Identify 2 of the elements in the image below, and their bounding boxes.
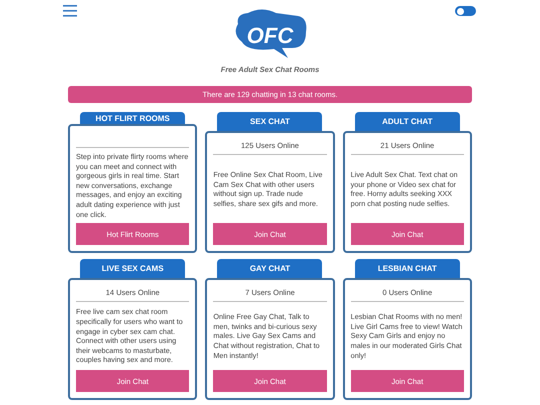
theme-toggle[interactable] [455,6,476,16]
menu-icon[interactable] [63,5,77,17]
